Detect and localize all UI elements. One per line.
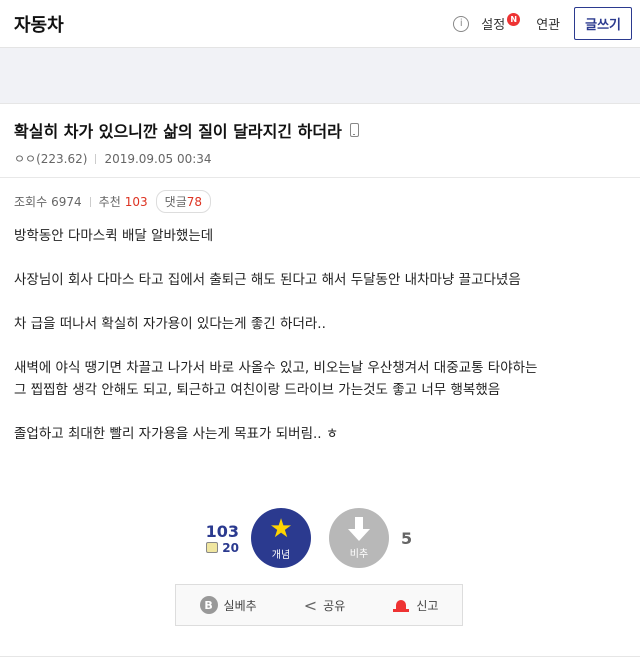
body-line bbox=[14, 335, 626, 357]
body-line: 졸업하고 최대한 빨리 자가용을 사는게 목표가 되버림.. ㅎ bbox=[14, 426, 339, 442]
comments-count: 78 bbox=[186, 195, 203, 209]
views-count: 6974 bbox=[51, 194, 82, 209]
author-name[interactable]: ㅇㅇ(223.62) bbox=[14, 150, 87, 167]
fixed-user-icon bbox=[206, 542, 219, 553]
best-icon: B bbox=[199, 596, 218, 614]
post-title: 확실히 차가 있으니깐 삶의 질이 달라지긴 하더라 bbox=[14, 118, 626, 142]
mobile-icon bbox=[349, 123, 359, 137]
arrow-down-icon bbox=[348, 516, 370, 541]
body-line: 사장님이 회사 다마스 타고 집에서 출퇴근 해도 된다고 해서 두달동안 내차… bbox=[14, 272, 521, 288]
info-icon[interactable]: i bbox=[453, 15, 470, 32]
new-badge: N bbox=[507, 13, 521, 26]
body-line: 그 찝찝함 생각 안해도 되고, 퇴근하고 여친이랑 드라이브 가는것도 좋고 … bbox=[14, 382, 501, 398]
star-icon: ★ bbox=[269, 513, 293, 544]
post-header: 확실히 차가 있으니깐 삶의 질이 달라지긴 하더라 ㅇㅇ(223.62) 20… bbox=[0, 104, 640, 178]
siren-icon bbox=[392, 598, 410, 612]
top-bar: 자동차 i 설정 N 연관 글쓰기 bbox=[0, 0, 640, 48]
settings-label: 설정 bbox=[481, 18, 506, 33]
views-label: 조회수 bbox=[14, 195, 48, 209]
body-line: 방학동안 다마스퀵 배달 알바했는데 bbox=[14, 228, 214, 244]
report-button[interactable]: 신고 bbox=[392, 597, 438, 614]
write-button[interactable]: 글쓰기 bbox=[574, 7, 632, 40]
post-stats: 조회수 6974 추천 103 댓글78 bbox=[0, 178, 640, 219]
post-action-bar: B 실베추 < 공유 신고 bbox=[175, 584, 463, 626]
report-label: 신고 bbox=[416, 598, 439, 613]
related-button[interactable]: 연관 bbox=[536, 14, 560, 33]
settings-button[interactable]: 설정 N bbox=[481, 13, 521, 33]
divider bbox=[0, 656, 640, 657]
best-recommend-button[interactable]: B 실베추 bbox=[199, 596, 257, 614]
body-line bbox=[14, 291, 626, 313]
post-meta: ㅇㅇ(223.62) 2019.09.05 00:34 bbox=[14, 150, 626, 167]
recommend-button-label: 개념 bbox=[271, 549, 291, 561]
stats-divider bbox=[89, 196, 91, 207]
best-recommend-label: 실베추 bbox=[223, 598, 257, 613]
post-title-text: 확실히 차가 있으니깐 삶의 질이 달라지긴 하더라 bbox=[14, 122, 342, 141]
body-line bbox=[14, 401, 626, 423]
recommend-button[interactable]: ★ 개념 bbox=[251, 508, 311, 568]
nonrecommend-button-label: 비추 bbox=[349, 548, 369, 560]
nonrecommend-count: 5 bbox=[401, 528, 413, 548]
comment-count-button[interactable]: 댓글78 bbox=[155, 190, 212, 213]
body-line: 차 급을 떠나서 확실히 자가용이 있다는게 좋긴 하더라.. bbox=[14, 316, 326, 332]
nonrecommend-button[interactable]: 비추 bbox=[329, 508, 389, 568]
ad-banner-area bbox=[0, 48, 640, 104]
fixed-recommend: 20 bbox=[187, 541, 239, 555]
post-date: 2019.09.05 00:34 bbox=[104, 151, 212, 166]
share-button[interactable]: < 공유 bbox=[304, 596, 346, 615]
vote-recommend-count: 103 bbox=[205, 521, 239, 541]
comments-label: 댓글 bbox=[164, 195, 187, 209]
share-icon: < bbox=[303, 595, 318, 615]
top-actions: i 설정 N 연관 글쓰기 bbox=[453, 7, 632, 40]
body-line: 새벽에 야식 땡기면 차끌고 나가서 바로 사올수 있고, 비오는날 우산챙겨서… bbox=[14, 360, 538, 376]
body-line bbox=[14, 247, 626, 269]
fixed-recommend-count: 20 bbox=[222, 540, 239, 555]
vote-area: 103 20 ★ 개념 비추 5 bbox=[0, 508, 640, 568]
post-body: 방학동안 다마스퀵 배달 알바했는데 사장님이 회사 다마스 타고 집에서 출퇴… bbox=[0, 219, 640, 445]
meta-divider bbox=[95, 153, 97, 164]
share-label: 공유 bbox=[323, 598, 346, 613]
recommend-numbers: 103 20 bbox=[187, 522, 239, 555]
recommend-count: 103 bbox=[124, 194, 148, 209]
gallery-title[interactable]: 자동차 bbox=[14, 11, 453, 37]
recommend-label: 추천 bbox=[98, 195, 121, 209]
